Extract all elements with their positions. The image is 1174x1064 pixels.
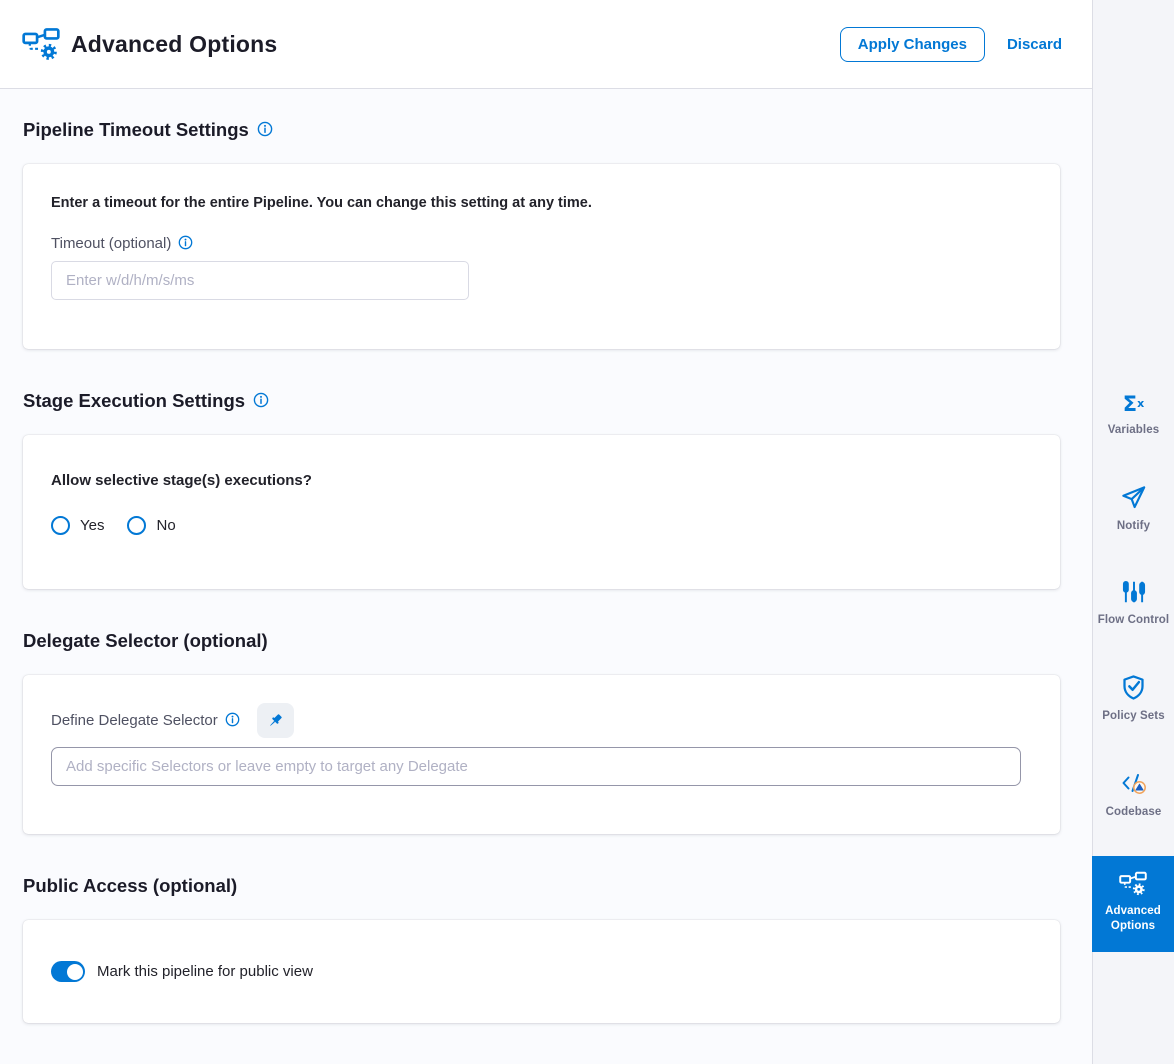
sidebar-item-codebase[interactable]: Codebase [1093, 759, 1174, 831]
pipeline-timeout-heading: Pipeline Timeout Settings [23, 119, 249, 141]
sidebar-item-flow-control[interactable]: Flow Control [1093, 569, 1174, 639]
sidebar-item-label: Notify [1117, 519, 1150, 535]
toggle-knob [67, 964, 83, 980]
radio-yes-label: Yes [80, 517, 104, 534]
apply-changes-button[interactable]: Apply Changes [840, 27, 985, 62]
discard-button[interactable]: Discard [1005, 30, 1064, 59]
section-stage-execution: Stage Execution Settings Allow selective… [23, 390, 1060, 589]
sliders-icon [1121, 579, 1147, 605]
stage-execution-card: Allow selective stage(s) executions? Yes… [23, 435, 1060, 589]
delegate-field-label-row: Define Delegate Selector [51, 703, 1032, 738]
paper-plane-icon [1120, 484, 1147, 511]
sidebar-item-policy-sets[interactable]: Policy Sets [1093, 664, 1174, 735]
delegate-selector-card: Define Delegate Selector [23, 675, 1060, 834]
stage-execution-heading: Stage Execution Settings [23, 390, 245, 412]
info-icon[interactable] [178, 235, 193, 250]
section-heading: Public Access (optional) [23, 875, 1060, 897]
main-panel: Advanced Options Apply Changes Discard P… [0, 0, 1092, 1064]
sidebar-item-variables[interactable]: Σx Variables [1093, 383, 1174, 449]
public-view-toggle-row: Mark this pipeline for public view [51, 961, 1032, 982]
section-pipeline-timeout: Pipeline Timeout Settings Enter a timeou… [23, 119, 1060, 349]
public-view-toggle-label: Mark this pipeline for public view [97, 963, 313, 980]
section-delegate-selector: Delegate Selector (optional) Define Dele… [23, 630, 1060, 834]
page-title: Advanced Options [71, 31, 840, 58]
public-access-card: Mark this pipeline for public view [23, 920, 1060, 1023]
sidebar-item-label: Flow Control [1098, 613, 1169, 629]
settings-content: Pipeline Timeout Settings Enter a timeou… [0, 89, 1092, 1023]
panel-header: Advanced Options Apply Changes Discard [0, 0, 1092, 89]
timeout-field-label: Timeout (optional) [51, 235, 171, 252]
section-heading: Pipeline Timeout Settings [23, 119, 1060, 141]
info-icon[interactable] [253, 392, 269, 408]
sidebar-item-notify[interactable]: Notify [1093, 474, 1174, 545]
sidebar-item-label: Codebase [1106, 805, 1162, 821]
radio-yes[interactable] [51, 516, 70, 535]
public-access-heading: Public Access (optional) [23, 875, 237, 897]
timeout-description: Enter a timeout for the entire Pipeline.… [51, 195, 1032, 211]
section-heading: Stage Execution Settings [23, 390, 1060, 412]
shield-check-icon [1120, 674, 1147, 701]
sigma-x-icon: Σx [1123, 393, 1144, 415]
info-icon[interactable] [257, 121, 273, 137]
advanced-options-panel: Advanced Options Apply Changes Discard P… [0, 0, 1174, 1064]
sidebar-item-advanced-options[interactable]: Advanced Options [1092, 856, 1174, 952]
delegate-field-label: Define Delegate Selector [51, 712, 218, 729]
sidebar-item-label: Variables [1108, 423, 1159, 439]
right-rail: Σx Variables Notify [1092, 0, 1174, 1064]
pipeline-gear-icon [1119, 871, 1147, 896]
selective-execution-radio-group: Yes No [51, 516, 1032, 535]
radio-no-label: No [156, 517, 175, 534]
pin-button[interactable] [257, 703, 294, 738]
timeout-card: Enter a timeout for the entire Pipeline.… [23, 164, 1060, 349]
sidebar-item-label: Advanced Options [1095, 904, 1171, 935]
section-public-access: Public Access (optional) Mark this pipel… [23, 875, 1060, 1023]
radio-option-yes[interactable]: Yes [51, 516, 104, 535]
radio-no[interactable] [127, 516, 146, 535]
timeout-input[interactable] [51, 261, 469, 300]
selective-execution-question: Allow selective stage(s) executions? [51, 472, 1032, 489]
sidebar-item-label: Policy Sets [1102, 709, 1164, 725]
pin-icon [265, 711, 285, 731]
info-icon[interactable] [225, 712, 240, 727]
code-warning-icon [1120, 769, 1148, 797]
timeout-field-label-row: Timeout (optional) [51, 235, 1032, 252]
right-rail-items: Σx Variables Notify [1093, 383, 1174, 952]
delegate-selector-input[interactable] [51, 747, 1021, 786]
radio-option-no[interactable]: No [127, 516, 175, 535]
delegate-selector-heading: Delegate Selector (optional) [23, 630, 268, 652]
pipeline-gear-icon [22, 27, 60, 61]
public-view-toggle[interactable] [51, 961, 85, 982]
section-heading: Delegate Selector (optional) [23, 630, 1060, 652]
